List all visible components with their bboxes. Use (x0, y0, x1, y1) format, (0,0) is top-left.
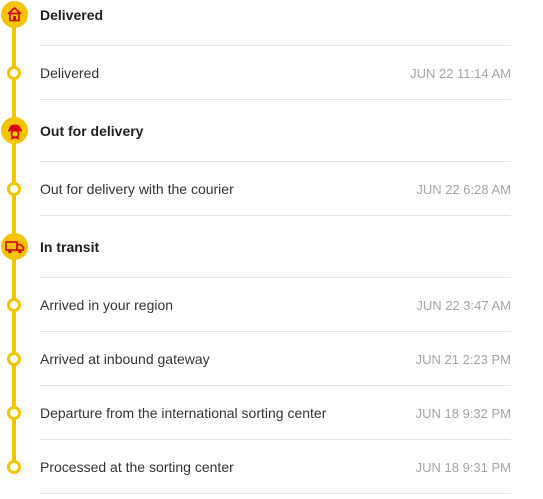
timeline-dot (7, 406, 21, 420)
group-title-out-for-delivery: Out for delivery (40, 123, 144, 139)
event-timestamp: JUN 21 2:23 PM (415, 352, 511, 367)
list-item: Arrived at inbound gateway JUN 21 2:23 P… (0, 332, 543, 385)
courier-icon (1, 117, 28, 144)
event-description: Arrived in your region (40, 297, 174, 313)
timeline-dot (7, 298, 21, 312)
list-item: Departure from the international sorting… (0, 386, 543, 439)
house-icon (1, 1, 28, 28)
list-item: Processed at the sorting center JUN 18 9… (0, 440, 543, 493)
timeline-dot (7, 66, 21, 80)
event-description: Processed at the sorting center (40, 459, 234, 475)
event-description: Arrived at inbound gateway (40, 351, 210, 367)
group-title-delivered: Delivered (40, 7, 104, 23)
divider (40, 215, 511, 216)
timeline-dot (7, 460, 21, 474)
event-timestamp: JUN 22 3:47 AM (416, 298, 511, 313)
event-timestamp: JUN 18 9:32 PM (415, 406, 511, 421)
event-description: Departure from the international sorting… (40, 405, 327, 421)
tracking-timeline: Delivered Delivered JUN 22 11:14 AM Out … (0, 0, 543, 499)
timeline-dot (7, 182, 21, 196)
event-description: Out for delivery with the courier (40, 181, 234, 197)
divider (40, 99, 511, 100)
list-item: Arrived in your region JUN 22 3:47 AM (0, 278, 543, 331)
event-description: Delivered (40, 65, 100, 81)
list-item: Delivered JUN 22 11:14 AM (0, 46, 543, 99)
event-timestamp: JUN 18 9:31 PM (415, 460, 511, 475)
truck-icon (1, 233, 28, 260)
group-title-in-transit: In transit (40, 239, 100, 255)
event-timestamp: JUN 22 6:28 AM (416, 182, 511, 197)
list-item: Out for delivery with the courier JUN 22… (0, 162, 543, 215)
divider (40, 493, 511, 494)
timeline-dot (7, 352, 21, 366)
event-timestamp: JUN 22 11:14 AM (410, 66, 511, 81)
